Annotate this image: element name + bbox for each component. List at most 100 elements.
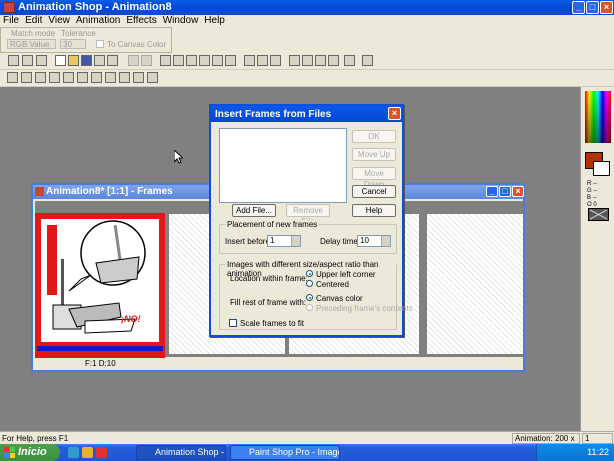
move-up-button[interactable]: Move Up	[352, 148, 396, 161]
transparent-swatch[interactable]	[588, 208, 609, 221]
save-as-icon[interactable]	[94, 55, 105, 66]
bars-icon[interactable]	[315, 55, 326, 66]
menu-window[interactable]: Window	[160, 15, 202, 27]
help-icon[interactable]	[362, 55, 373, 66]
upper-left-radio[interactable]	[306, 270, 313, 277]
maximize-button[interactable]: □	[586, 1, 599, 14]
tool-icon[interactable]	[22, 55, 33, 66]
to-canvas-checkbox[interactable]	[96, 40, 104, 48]
frame-1-selected[interactable]: ¡NO!	[35, 213, 165, 358]
paste-icon[interactable]	[186, 55, 197, 66]
files-listbox[interactable]	[219, 128, 347, 203]
dropper-icon[interactable]	[63, 72, 74, 83]
new-icon[interactable]	[55, 55, 66, 66]
zoom-icon[interactable]	[21, 72, 32, 83]
canvas-color-radio[interactable]	[306, 294, 313, 301]
menu-effects[interactable]: Effects	[123, 15, 159, 27]
background-swatch[interactable]	[593, 161, 610, 176]
open-icon[interactable]	[68, 55, 79, 66]
frames-minimize-button[interactable]: _	[486, 186, 498, 197]
move-down-button[interactable]: Move Down	[352, 167, 396, 189]
paste-frames-icon[interactable]	[199, 55, 210, 66]
tool-icon[interactable]	[36, 55, 47, 66]
redo-icon[interactable]	[141, 55, 152, 66]
upper-left-label: Upper left corner	[316, 270, 376, 279]
paste-after-icon[interactable]	[225, 55, 236, 66]
ok-button[interactable]: OK	[352, 130, 396, 143]
placement-group: Placement of new frames Insert before: 1…	[219, 220, 397, 254]
crop-tool-icon[interactable]	[49, 72, 60, 83]
task-paint-shop-pro[interactable]: Paint Shop Pro - Image3	[230, 445, 340, 460]
start-label: Inicio	[18, 446, 47, 458]
delay-time-label: Delay time:	[320, 237, 361, 246]
menu-file[interactable]: File	[0, 15, 22, 27]
app-title-bar: Animation Shop - Animation8 _ □ ×	[0, 0, 614, 15]
minimize-button[interactable]: _	[572, 1, 585, 14]
ie-icon[interactable]	[68, 447, 79, 458]
close-button[interactable]: ×	[600, 1, 613, 14]
paintbrush-icon[interactable]	[77, 72, 88, 83]
fill-icon[interactable]	[105, 72, 116, 83]
scale-checkbox[interactable]	[229, 319, 237, 327]
windows-logo-icon	[4, 447, 15, 458]
frames-maximize-button[interactable]: □	[499, 186, 511, 197]
undo-icon[interactable]	[128, 55, 139, 66]
copy-icon[interactable]	[173, 55, 184, 66]
arrow-icon[interactable]	[7, 72, 18, 83]
frame-4-empty[interactable]	[427, 214, 523, 354]
menu-bar: File Edit View Animation Effects Window Help	[0, 15, 614, 27]
dialog-title: Insert Frames from Files	[215, 109, 332, 120]
tool-icon[interactable]	[8, 55, 19, 66]
fill-label: Fill rest of frame with:	[230, 298, 307, 307]
cancel-button[interactable]: Cancel	[352, 185, 396, 198]
task-animation-shop[interactable]: Animation Shop - Ani...	[136, 445, 226, 460]
menu-edit[interactable]: Edit	[22, 15, 45, 27]
frame-properties-icon[interactable]	[344, 55, 355, 66]
help-button[interactable]: Help	[352, 204, 396, 217]
menu-view[interactable]: View	[45, 15, 73, 27]
insert-before-arrows[interactable]	[291, 236, 300, 246]
insert-before-value: 1	[270, 236, 275, 245]
centered-radio[interactable]	[306, 280, 313, 287]
shape-icon[interactable]	[147, 72, 158, 83]
text-icon[interactable]	[119, 72, 130, 83]
save-icon[interactable]	[81, 55, 92, 66]
status-bar: For Help, press F1 Animation: 200 x 231 …	[0, 431, 614, 452]
media-icon[interactable]	[96, 447, 107, 458]
view-icon[interactable]	[289, 55, 300, 66]
menu-animation[interactable]: Animation	[73, 15, 123, 27]
preceding-label: Preceding frame's contents	[316, 304, 413, 313]
eraser-icon[interactable]	[91, 72, 102, 83]
paste-before-icon[interactable]	[212, 55, 223, 66]
delay-time-spinner[interactable]: 10	[357, 235, 391, 247]
menu-help[interactable]: Help	[201, 15, 228, 27]
placement-legend: Placement of new frames	[225, 220, 320, 229]
match-mode-select[interactable]: RGB Value	[7, 39, 56, 49]
explorer-icon[interactable]	[82, 447, 93, 458]
dialog-close-button[interactable]: ×	[388, 107, 401, 120]
cut-icon[interactable]	[160, 55, 171, 66]
color-spectrum[interactable]	[585, 91, 611, 143]
insert-before-spinner[interactable]: 1	[267, 235, 301, 247]
grid-icon[interactable]	[328, 55, 339, 66]
mover-icon[interactable]	[35, 72, 46, 83]
frames-window-title: Animation8* [1:1] - Frames	[46, 186, 173, 197]
resize-icon[interactable]	[244, 55, 255, 66]
main-toolbar	[0, 53, 614, 70]
print-icon[interactable]	[107, 55, 118, 66]
tool-options: Match mode RGB Value Tolerance 30 To Can…	[0, 27, 172, 53]
preceding-radio[interactable]	[306, 304, 313, 311]
start-button[interactable]: Inicio	[0, 444, 60, 461]
tolerance-spinner[interactable]: 30	[60, 39, 86, 49]
remove-file-button[interactable]: Remove File	[286, 204, 330, 226]
crop-icon[interactable]	[257, 55, 268, 66]
location-label: Location within frame:	[230, 274, 308, 283]
system-tray: 11:22	[536, 444, 614, 461]
frame-icon[interactable]	[270, 55, 281, 66]
images-group: Images with different size/aspect ratio …	[219, 260, 413, 330]
palette-icon[interactable]	[302, 55, 313, 66]
frames-close-button[interactable]: ×	[512, 186, 524, 197]
line-icon[interactable]	[133, 72, 144, 83]
delay-time-arrows[interactable]	[381, 236, 390, 246]
add-file-button[interactable]: Add File...	[232, 204, 276, 217]
